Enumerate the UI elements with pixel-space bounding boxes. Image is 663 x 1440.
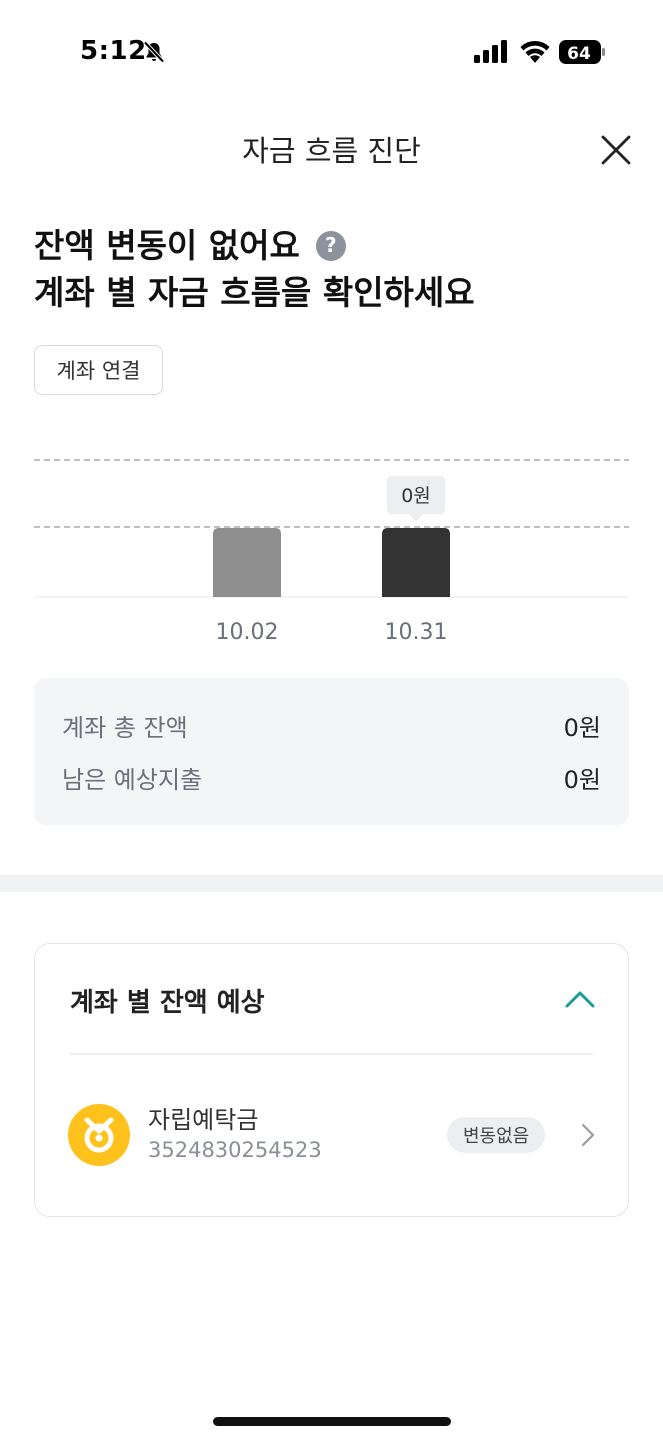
chart-bar[interactable] — [213, 528, 281, 597]
bell-off-icon — [143, 41, 165, 63]
chevron-right-icon — [581, 1123, 595, 1147]
close-icon[interactable] — [596, 130, 636, 170]
headline-line1: 잔액 변동이 없어요 — [34, 226, 300, 265]
card-divider — [70, 1053, 593, 1055]
summary-value: 0원 — [563, 766, 601, 794]
help-icon[interactable]: ? — [315, 230, 346, 261]
summary-label: 남은 예상지출 — [62, 766, 203, 794]
cellular-signal-icon — [474, 40, 507, 63]
account-name: 자립예탁금 — [148, 1106, 259, 1134]
account-list-item[interactable]: 자립예탁금 3524830254523 변동없음 — [68, 1104, 596, 1170]
wifi-icon — [520, 40, 550, 63]
battery-icon: 64 — [559, 40, 605, 64]
balance-chart: 10.02 10.31 0원 — [34, 459, 629, 645]
status-badge: 변동없음 — [447, 1117, 546, 1153]
headline-line2: 계좌 별 자금 흐름을 확인하세요 — [34, 273, 475, 312]
x-tick-label: 10.02 — [216, 620, 279, 645]
x-tick-label: 10.31 — [385, 620, 448, 645]
section-divider — [0, 875, 663, 892]
chevron-up-icon[interactable] — [563, 984, 597, 1014]
home-indicator — [213, 1417, 451, 1426]
summary-row-total-balance: 계좌 총 잔액 0원 — [62, 708, 601, 743]
summary-row-expected-expense: 남은 예상지출 0원 — [62, 760, 601, 795]
battery-level: 64 — [567, 44, 591, 64]
chart-bar[interactable] — [382, 528, 450, 597]
summary-value: 0원 — [563, 714, 601, 742]
accounts-card-title: 계좌 별 잔액 예상 — [70, 988, 265, 1018]
connect-account-button[interactable]: 계좌 연결 — [34, 345, 163, 395]
account-number: 3524830254523 — [148, 1138, 322, 1162]
accounts-card: 계좌 별 잔액 예상 자립예탁금 3524830254523 변동없음 — [34, 943, 629, 1217]
page-title: 자금 흐름 진단 — [242, 134, 421, 168]
chart-tooltip-label: 0원 — [401, 485, 431, 507]
status-bar: 5:12 64 — [0, 0, 663, 100]
summary-label: 계좌 총 잔액 — [62, 714, 188, 742]
headline: 잔액 변동이 없어요 ? 계좌 별 자금 흐름을 확인하세요 — [34, 222, 475, 316]
status-time: 5:12 — [80, 36, 147, 66]
balance-summary: 계좌 총 잔액 0원 남은 예상지출 0원 — [34, 678, 629, 825]
bank-logo-icon — [68, 1104, 130, 1166]
